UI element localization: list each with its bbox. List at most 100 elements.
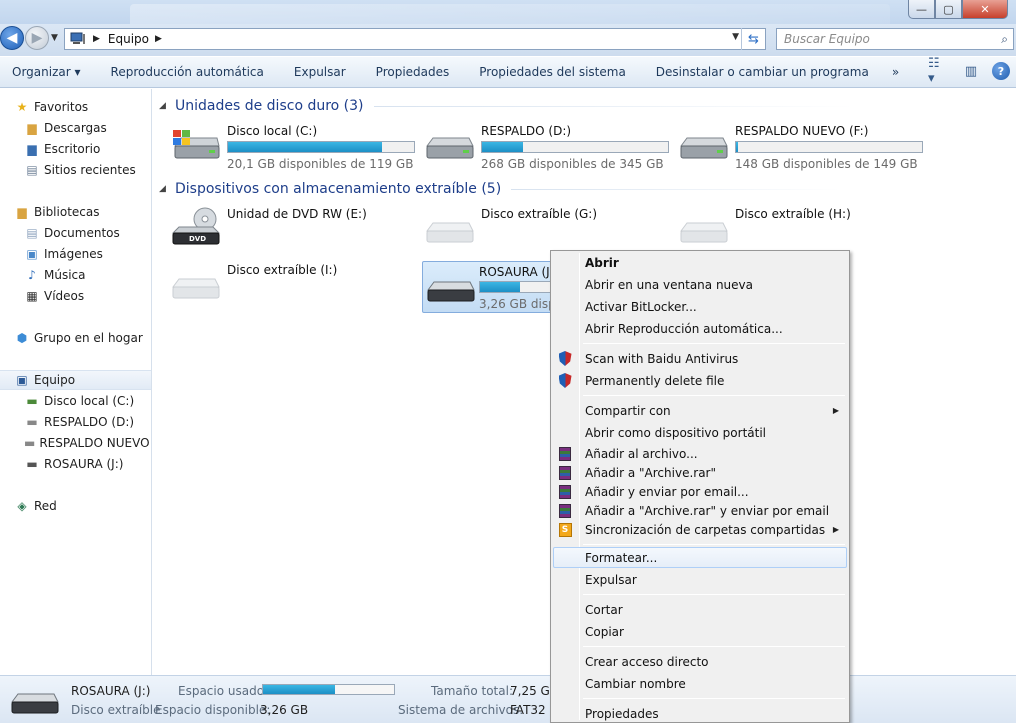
- recent-places-icon: ▤: [26, 163, 38, 177]
- organize-button[interactable]: Organizar ▾: [0, 65, 96, 79]
- documents-icon: ▤: [26, 226, 38, 240]
- view-options-icon[interactable]: ☷ ▾: [928, 56, 950, 86]
- removable-drive-icon: [427, 281, 475, 302]
- breadcrumb-equipo[interactable]: Equipo: [108, 32, 149, 46]
- submenu-arrow-icon: ▶: [832, 406, 839, 415]
- menu-item-anadir-rar-email[interactable]: Añadir a "Archive.rar" y enviar por emai…: [553, 500, 847, 521]
- properties-button[interactable]: Propiedades: [361, 65, 465, 79]
- music-icon: ♪: [28, 268, 36, 282]
- help-icon[interactable]: ?: [992, 62, 1010, 80]
- sidebar-item-red[interactable]: ◈ Red: [0, 496, 151, 516]
- svg-text:DVD: DVD: [189, 235, 206, 243]
- removable-drive-icon: [11, 693, 59, 714]
- menu-item-baidu-delete[interactable]: Permanently delete file: [553, 370, 847, 391]
- recent-pages-dropdown[interactable]: ▼: [51, 33, 58, 43]
- menu-item-anadir-archivo[interactable]: Añadir al archivo...: [553, 443, 847, 464]
- menu-item-cambiar-nombre[interactable]: Cambiar nombre: [553, 673, 847, 694]
- maximize-button[interactable]: ▢: [935, 0, 962, 19]
- collapse-chevron-icon[interactable]: ◢: [159, 184, 169, 194]
- system-properties-button[interactable]: Propiedades del sistema: [464, 65, 641, 79]
- sidebar-item-imagenes[interactable]: ▣ Imágenes: [0, 244, 151, 264]
- computer-icon: [69, 32, 87, 46]
- sidebar-item-bibliotecas[interactable]: ▆ Bibliotecas: [0, 202, 151, 222]
- status-fs-value: FAT32: [510, 703, 546, 717]
- menu-item-expulsar[interactable]: Expulsar: [553, 569, 847, 590]
- address-dropdown[interactable]: ▼: [732, 32, 739, 42]
- status-used-label: Espacio usado:: [178, 684, 269, 698]
- sidebar-item-documentos[interactable]: ▤ Documentos: [0, 223, 151, 243]
- sidebar-item-respaldo[interactable]: ▬ RESPALDO (D:): [0, 412, 151, 432]
- winrar-icon: [557, 503, 573, 519]
- search-icon[interactable]: ⌕: [1001, 32, 1008, 47]
- drive-d[interactable]: RESPALDO (D:) 268 GB disponibles de 345 …: [425, 124, 670, 172]
- group-header-hard-drives[interactable]: ◢ Unidades de disco duro (3): [153, 96, 1013, 116]
- videos-icon: ▦: [26, 289, 38, 303]
- more-commands-button[interactable]: »: [884, 65, 907, 79]
- sidebar-item-rosaura[interactable]: ▬ ROSAURA (J:): [0, 454, 151, 474]
- menu-item-anadir-rar[interactable]: Añadir a "Archive.rar": [553, 462, 847, 483]
- menu-item-compartir-con[interactable]: Compartir con ▶: [553, 400, 847, 421]
- menu-item-copiar[interactable]: Copiar: [553, 621, 847, 642]
- network-icon: ◈: [17, 499, 27, 513]
- drive-f[interactable]: RESPALDO NUEVO (F:) 148 GB disponibles d…: [679, 124, 924, 172]
- sidebar-item-escritorio[interactable]: ▆ Escritorio: [0, 139, 151, 159]
- close-button[interactable]: ✕: [962, 0, 1008, 19]
- drive-c[interactable]: Disco local (C:) 20,1 GB disponibles de …: [171, 124, 416, 172]
- drive-g[interactable]: Disco extraíble (G:): [425, 207, 670, 255]
- drive-i[interactable]: Disco extraíble (I:): [171, 263, 416, 311]
- shared-folders-sync-icon: S: [557, 522, 573, 538]
- autoplay-button[interactable]: Reproducción automática: [96, 65, 279, 79]
- menu-separator: [583, 646, 845, 647]
- sidebar-item-videos[interactable]: ▦ Vídeos: [0, 286, 151, 306]
- sidebar-item-sitios-recientes[interactable]: ▤ Sitios recientes: [0, 160, 151, 180]
- uninstall-program-button[interactable]: Desinstalar o cambiar un programa: [641, 65, 884, 79]
- drive-e[interactable]: DVD Unidad de DVD RW (E:): [171, 207, 416, 255]
- toolbar-right-group: ☷ ▾ ▥ ?: [928, 56, 1010, 86]
- winrar-icon: [557, 446, 573, 462]
- winrar-icon: [557, 465, 573, 481]
- drive-h[interactable]: Disco extraíble (H:): [679, 207, 924, 255]
- hard-drive-icon: [426, 137, 474, 159]
- address-bar[interactable]: ▶ Equipo ▶ ▼ ⇆: [64, 28, 766, 50]
- sidebar-item-descargas[interactable]: ▆ Descargas: [0, 118, 151, 138]
- background-window-tabs: [130, 4, 890, 24]
- status-free-label: Espacio disponible:: [155, 703, 271, 717]
- minimize-button[interactable]: —: [908, 0, 935, 19]
- status-total-label: Tamaño total:: [431, 684, 513, 698]
- drive-usage-bar: [481, 141, 669, 153]
- menu-item-cortar[interactable]: Cortar: [553, 599, 847, 620]
- breadcrumb-separator[interactable]: ▶: [93, 34, 100, 44]
- menu-item-crear-acceso-directo[interactable]: Crear acceso directo: [553, 651, 847, 672]
- menu-item-abrir-ventana-nueva[interactable]: Abrir en una ventana nueva: [553, 274, 847, 295]
- menu-item-anadir-email[interactable]: Añadir y enviar por email...: [553, 481, 847, 502]
- menu-item-baidu-scan[interactable]: Scan with Baidu Antivirus: [553, 348, 847, 369]
- breadcrumb-separator[interactable]: ▶: [155, 34, 162, 44]
- sidebar-item-respaldo-nuevo[interactable]: ▬ RESPALDO NUEVO (: [0, 433, 151, 453]
- sidebar-item-disco-local[interactable]: ▬ Disco local (C:): [0, 391, 151, 411]
- sidebar-item-equipo[interactable]: ▣ Equipo: [0, 370, 151, 390]
- drive-j[interactable]: ROSAURA (J:) 3,26 GB dispo: [422, 261, 563, 313]
- refresh-icon[interactable]: ⇆: [741, 28, 765, 50]
- menu-item-propiedades[interactable]: Propiedades: [553, 703, 847, 723]
- search-input[interactable]: Buscar Equipo ⌕: [776, 28, 1014, 50]
- collapse-chevron-icon[interactable]: ◢: [159, 101, 169, 111]
- sidebar-item-grupo-hogar[interactable]: ⬢ Grupo en el hogar: [0, 328, 151, 348]
- menu-item-activar-bitlocker[interactable]: Activar BitLocker...: [553, 296, 847, 317]
- menu-item-formatear[interactable]: Formatear...: [553, 547, 847, 568]
- menu-item-abrir[interactable]: Abrir: [553, 252, 847, 273]
- back-button[interactable]: ◀: [0, 26, 24, 50]
- group-header-removable[interactable]: ◢ Dispositivos con almacenamiento extraí…: [153, 179, 1013, 199]
- menu-item-dispositivo-portatil[interactable]: Abrir como dispositivo portátil: [553, 422, 847, 443]
- status-free-value: 3,26 GB: [260, 703, 309, 717]
- preview-pane-icon[interactable]: ▥: [960, 61, 982, 81]
- forward-button[interactable]: ▶: [25, 26, 49, 50]
- removable-drive-icon: [680, 222, 728, 243]
- sidebar-item-favoritos[interactable]: ★ Favoritos: [0, 97, 151, 117]
- windows-drive-icon: ▬: [26, 394, 38, 408]
- sidebar-item-musica[interactable]: ♪ Música: [0, 265, 151, 285]
- menu-item-sincronizacion[interactable]: S Sincronización de carpetas compartidas…: [553, 519, 847, 540]
- eject-button[interactable]: Expulsar: [279, 65, 361, 79]
- menu-item-reproduccion-automatica[interactable]: Abrir Reproducción automática...: [553, 318, 847, 339]
- removable-drive-icon: [426, 222, 474, 243]
- menu-separator: [583, 395, 845, 396]
